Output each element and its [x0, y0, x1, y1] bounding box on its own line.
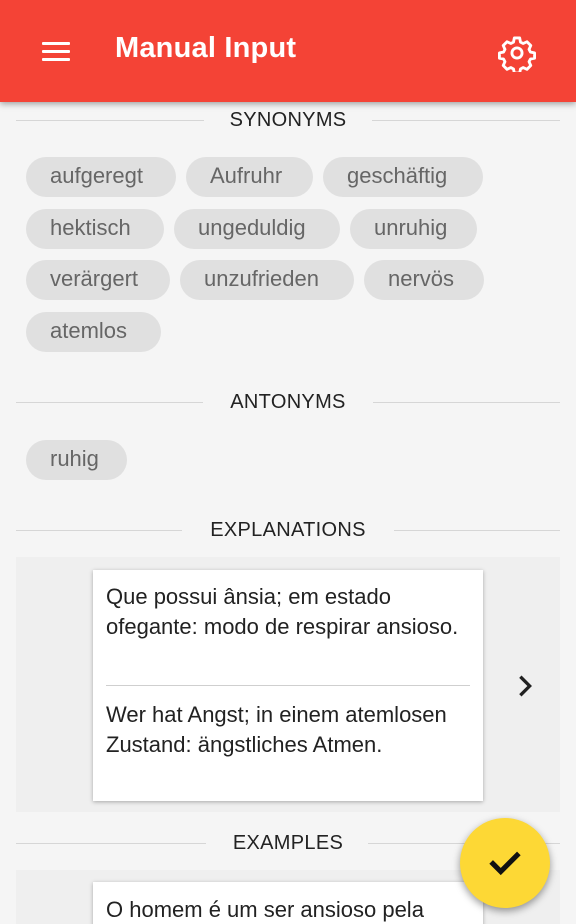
menu-icon[interactable] — [40, 38, 72, 66]
confirm-fab-button[interactable] — [460, 818, 550, 908]
synonym-chip[interactable]: unzufrieden — [180, 260, 354, 300]
chevron-right-icon[interactable] — [511, 672, 539, 700]
explanations-header: EXPLANATIONS — [16, 516, 560, 546]
antonyms-header: ANTONYMS — [16, 388, 560, 418]
explanation-text-de: Wer hat Angst; in einem atemlosen Zustan… — [106, 702, 447, 757]
synonym-chip[interactable]: verärgert — [26, 260, 170, 300]
synonym-chip[interactable]: Aufruhr — [186, 157, 313, 197]
gear-icon[interactable] — [498, 34, 536, 75]
antonym-chip[interactable]: ruhig — [26, 440, 127, 480]
synonym-chip[interactable]: nervös — [364, 260, 484, 300]
synonyms-header: SYNONYMS — [16, 106, 560, 136]
synonym-chip[interactable]: hektisch — [26, 209, 164, 249]
synonym-chip[interactable]: atemlos — [26, 312, 161, 352]
explanation-text-pt: Que possui ânsia; em estado ofegante: mo… — [106, 584, 459, 639]
app-bar: Manual Input — [0, 0, 576, 102]
example-text: O homem é um ser ansioso pela — [106, 897, 424, 922]
synonym-chip[interactable]: unruhig — [350, 209, 477, 249]
explanation-card: Que possui ânsia; em estado ofegante: mo… — [93, 570, 483, 801]
checkmark-icon — [489, 851, 521, 876]
synonym-chip[interactable]: ungeduldig — [174, 209, 340, 249]
synonym-chip[interactable]: aufgeregt — [26, 157, 176, 197]
page-title: Manual Input — [115, 32, 297, 64]
explanations-carousel[interactable]: Que possui ânsia; em estado ofegante: mo… — [16, 557, 560, 812]
synonym-chip[interactable]: geschäftig — [323, 157, 483, 197]
card-divider — [106, 685, 470, 686]
example-card: O homem é um ser ansioso pela — [93, 882, 483, 924]
